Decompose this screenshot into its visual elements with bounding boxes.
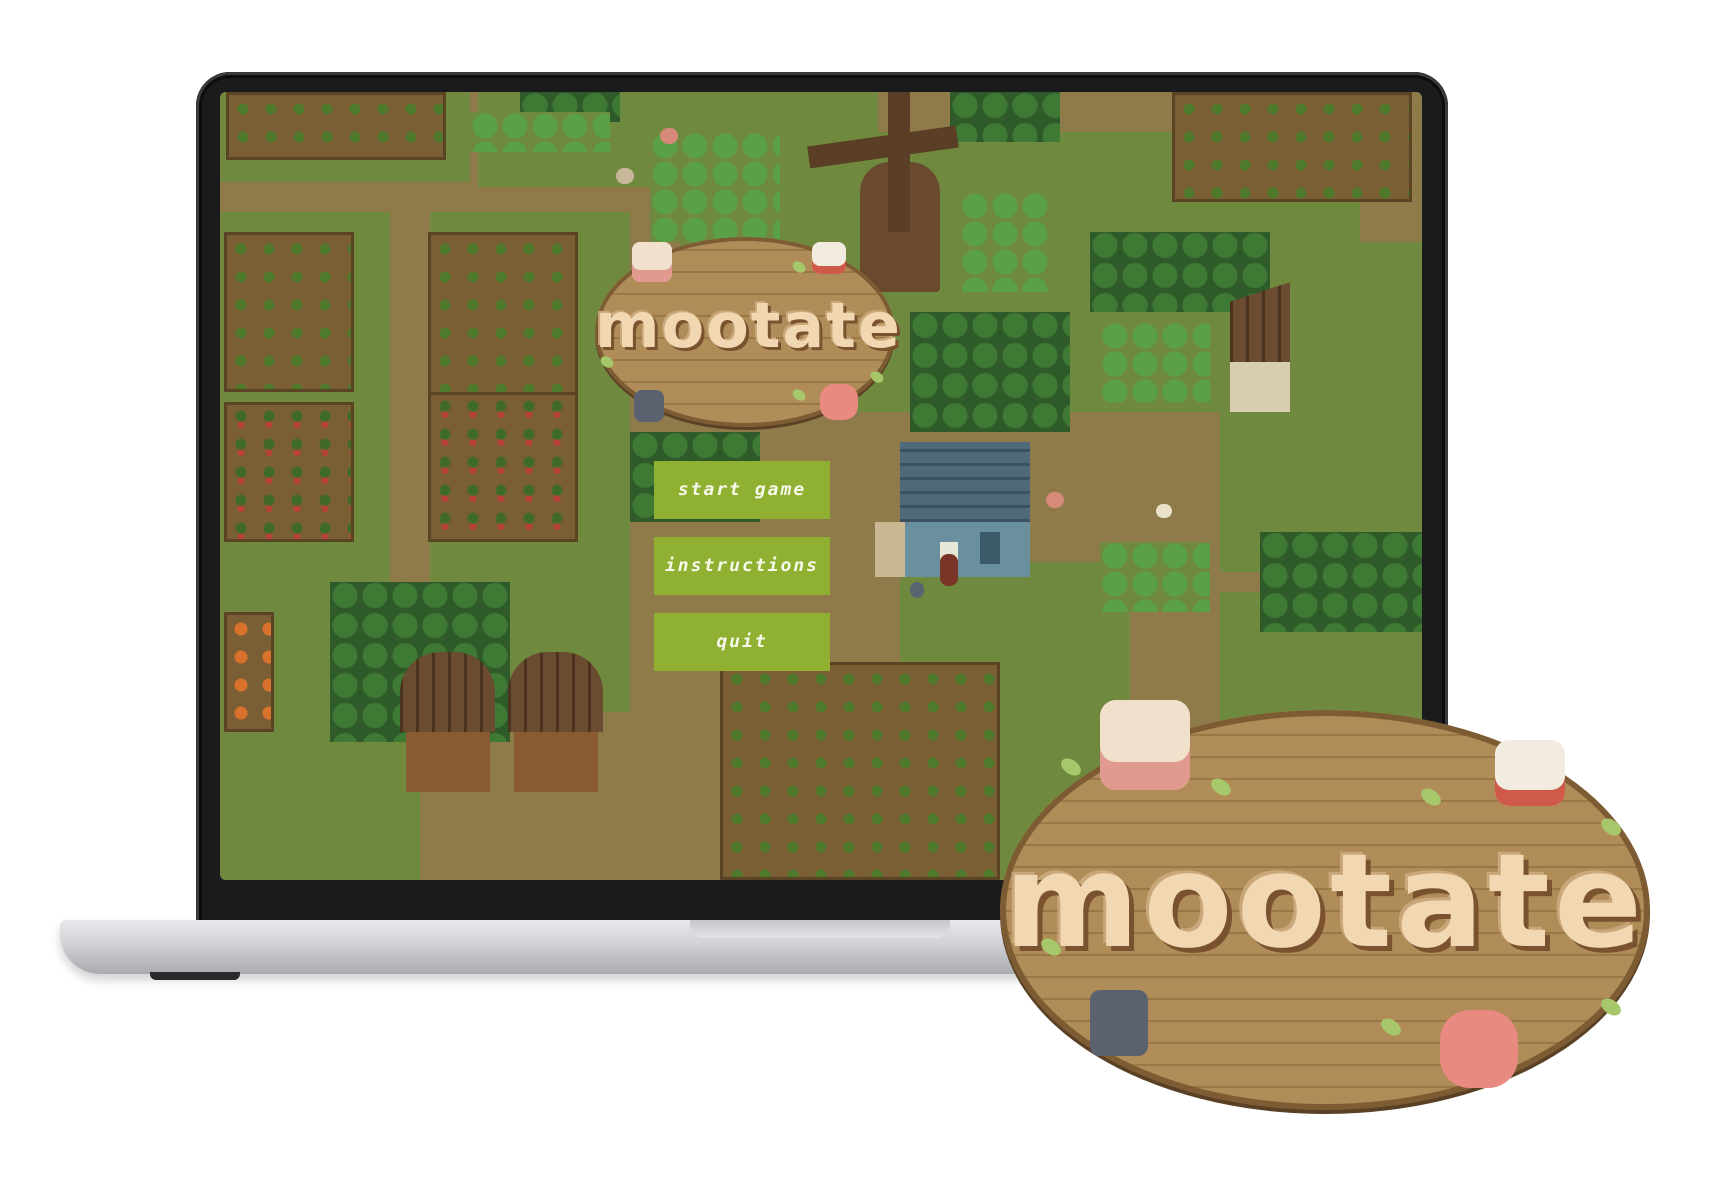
pig-sprite <box>820 384 858 420</box>
pig-sprite <box>1046 492 1064 508</box>
crop-field <box>224 612 274 732</box>
bushes <box>1100 322 1210 402</box>
bushes <box>470 112 610 152</box>
start-game-button[interactable]: start game <box>654 461 830 519</box>
house-door <box>980 532 1000 564</box>
pig-sprite <box>1440 1010 1518 1088</box>
cabin-wall <box>1230 362 1290 412</box>
crop-field <box>1172 92 1412 202</box>
chicken-sprite <box>1156 504 1172 518</box>
crop-field <box>226 92 446 160</box>
cow-sprite <box>1100 700 1190 790</box>
house-porch <box>875 522 905 577</box>
barn-roof <box>400 652 495 732</box>
laptop-foot-left <box>150 972 240 980</box>
sheep-sprite <box>616 168 634 184</box>
instructions-button[interactable]: instructions <box>654 537 830 595</box>
logo-closeup: mootate <box>1000 700 1686 1126</box>
logo-closeup-title: mootate <box>1003 825 1647 977</box>
bushes <box>650 132 780 242</box>
forest <box>1260 532 1422 632</box>
chicken-sprite <box>812 242 846 274</box>
windmill-blade <box>888 92 910 232</box>
barn-wall <box>514 732 598 792</box>
bushes <box>960 192 1050 292</box>
barn-roof <box>508 652 603 732</box>
cat-sprite <box>1090 990 1148 1056</box>
cow-sprite <box>632 242 672 282</box>
crop-field <box>224 402 354 542</box>
pig-sprite <box>660 128 678 144</box>
game-title: mootate <box>595 289 902 362</box>
barn-wall <box>406 732 490 792</box>
laptop-notch <box>690 920 950 938</box>
quit-button[interactable]: quit <box>654 613 830 671</box>
leaf-decoration <box>1597 994 1625 1020</box>
player-character <box>940 554 958 586</box>
crop-field <box>720 662 1000 880</box>
cat-sprite <box>910 582 924 598</box>
house-wall <box>900 522 1030 577</box>
chicken-sprite <box>1495 740 1565 806</box>
forest <box>950 92 1060 142</box>
cat-sprite <box>634 390 664 422</box>
crop-field <box>428 392 578 542</box>
leaf-decoration <box>1057 754 1085 780</box>
crop-field <box>224 232 354 392</box>
bushes <box>1100 542 1210 612</box>
house-roof <box>900 442 1030 522</box>
forest <box>910 312 1070 432</box>
